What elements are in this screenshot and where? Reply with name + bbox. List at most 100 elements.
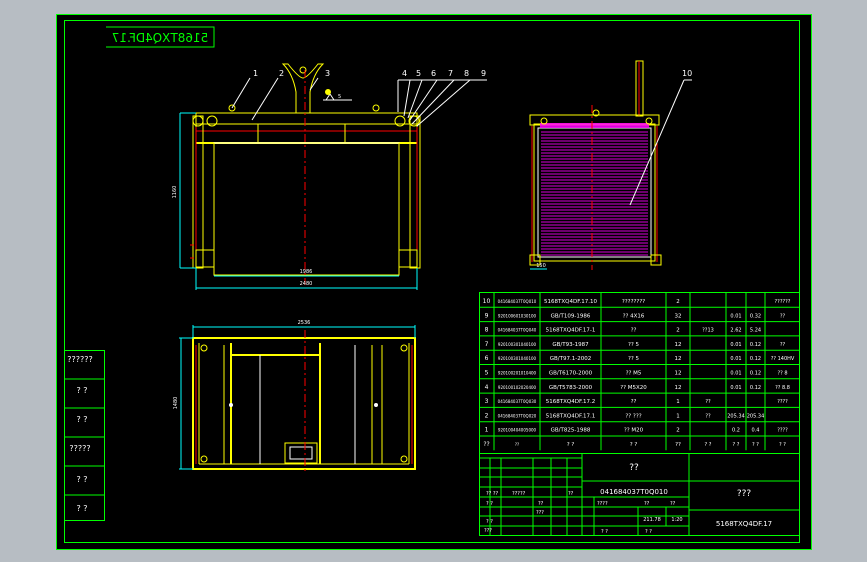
bom-row-cell: 10	[483, 298, 491, 305]
bom-row-cell: 5.24	[750, 328, 761, 334]
bom-row-cell: 0.12	[750, 371, 761, 377]
title-block-weight: 211.78	[643, 517, 661, 523]
drawing-sheet	[56, 14, 812, 550]
title-block-label: ??	[670, 501, 676, 507]
bom-row-cell: ?? M5	[626, 371, 642, 377]
bom-row-cell: 0.01	[730, 356, 741, 362]
bom-row-cell: 2.62	[730, 328, 741, 334]
bom-row-cell: ?? M5X20	[620, 385, 647, 391]
bom-row-cell: ????	[777, 399, 788, 405]
bom-row-cell: 12	[675, 371, 682, 377]
bom-header-cell: ? ?	[733, 442, 740, 448]
title-block-label: ????	[597, 501, 608, 507]
bom-row-cell: 0.2	[732, 428, 740, 434]
bom-header-cell: ??	[483, 441, 489, 448]
balloon-label: 4	[402, 69, 407, 78]
bom-header-cell: ? ?	[567, 442, 575, 448]
bom-row-cell: ??	[705, 413, 711, 419]
top-dim-height: 1480	[173, 397, 179, 410]
bom-row-cell: 0.01	[730, 313, 741, 319]
bom-row-cell: GB/T97.1-2002	[550, 356, 591, 362]
bom-row-cell: 8	[485, 327, 489, 334]
balloon-label: 1	[253, 69, 258, 78]
balloon-label: 2	[279, 69, 284, 78]
bom-row-cell: 920100404005000	[498, 428, 537, 433]
bom-row-cell: 2	[676, 328, 680, 334]
bom-row-cell: 3	[485, 398, 489, 405]
bom-row-cell: GB/T93-1987	[552, 342, 589, 348]
bom-row-cell: 041684037T0Q040	[498, 328, 537, 333]
bom-row-cell: 0.12	[750, 342, 761, 348]
bom-row-cell: 205.34	[747, 413, 765, 419]
bom-row-cell: 7	[485, 341, 489, 348]
front-dim-width: 2480	[300, 281, 313, 287]
front-dim-inner: 1986	[300, 269, 313, 275]
title-block-label: ??	[644, 501, 650, 507]
bom-row-cell: 2	[676, 299, 680, 305]
bom-row-cell: ??	[631, 399, 637, 405]
bom-row-cell: 4	[485, 384, 489, 391]
title-block-scale: 1:20	[671, 517, 682, 523]
bom-header-cell: ??	[515, 442, 519, 447]
title-block-label: ??	[538, 501, 544, 507]
bom-row-cell: ?? 8	[777, 371, 787, 377]
title-block-sheet: ? ?	[645, 529, 652, 535]
bom-row-cell: 5	[485, 370, 489, 377]
title-block-label: ? ?	[486, 501, 493, 507]
bom-row-cell: 5168TXQ4DF.17-1	[546, 328, 596, 334]
top-dim-width: 2536	[298, 320, 311, 326]
bom-row-cell: ??	[780, 342, 786, 348]
bom-header-cell: ? ?	[705, 442, 712, 448]
bom-row-cell: 5168TXQ4DF.17.2	[546, 399, 595, 405]
bom-row-cell: ?? 4X16	[623, 313, 645, 319]
bom-row-cell: 0.01	[730, 385, 741, 391]
bom-header-cell: ? ?	[630, 442, 638, 448]
bom-row-cell: 041684037T0Q010	[498, 299, 537, 304]
bom-row-cell: 0.01	[730, 342, 741, 348]
side-balloon-label: 10	[682, 69, 692, 78]
bom-row-cell: ?? ???	[625, 413, 641, 419]
bom-row-cell: ????	[777, 428, 788, 434]
bom-row-cell: 0.32	[750, 313, 761, 319]
bom-row-cell: 1	[676, 413, 680, 419]
bom-row-cell: 920100301040100	[498, 342, 537, 347]
title-block-name: ???	[737, 489, 752, 499]
bom-row-cell: 2	[485, 412, 489, 419]
bom-row-cell: 0.12	[750, 356, 761, 362]
bom-row-cell: ??	[705, 399, 711, 405]
balloon-label: 9	[481, 69, 486, 78]
balloon-label: 7	[448, 69, 453, 78]
bom-row-cell: 12	[675, 356, 682, 362]
title-stamp-text: 5168TXQ4DF.17	[112, 31, 208, 45]
side-strip-label: ?????	[69, 444, 90, 453]
title-block-label: ???	[536, 510, 544, 516]
bom-row-cell: 041684037T0Q020	[498, 413, 537, 418]
side-strip-label: ? ?	[76, 415, 87, 424]
bom-row-cell: ??	[631, 328, 637, 334]
bom-row-cell: ?? 5	[628, 356, 640, 362]
side-strip-label: ? ?	[76, 475, 87, 484]
bom-row-cell: 5168TXQ4DF.17.10	[544, 299, 597, 305]
bom-row-cell: 205.34	[727, 413, 745, 419]
title-block-label: ?? ??	[486, 491, 499, 497]
bom-row-cell: 920100201010400	[498, 371, 537, 376]
bom-row-cell: GB/T5783-2000	[549, 385, 593, 391]
bom-header-cell: ??	[675, 442, 681, 448]
cad-drawing-canvas: 5168TXQ4DF.17 ?????? ? ? ? ? ????? ? ? ?…	[0, 0, 867, 562]
title-block-sheet: ? ?	[601, 529, 608, 535]
bom-row-cell: GB/T6170-2000	[549, 371, 593, 377]
bom-row-cell: ?? 5	[628, 342, 640, 348]
title-block-label: ? ?	[486, 519, 493, 525]
bom-row-cell: ?? 140HV	[771, 356, 795, 362]
bom-row-cell: ??????	[775, 299, 791, 305]
bom-row-cell: 920100301040100	[498, 356, 537, 361]
bom-row-cell: ????????	[622, 299, 645, 305]
title-block-label: ??	[568, 491, 574, 497]
bom-row-cell: 0.12	[750, 385, 761, 391]
balloon-label: 5	[416, 69, 421, 78]
bom-row-cell: 1	[676, 399, 680, 405]
bom-row-cell: 5168TXQ4DF.17.1	[546, 413, 595, 419]
bom-row-cell: 041684037T0Q030	[498, 399, 537, 404]
side-strip-label: ? ?	[76, 504, 87, 513]
title-block-label: ?????	[512, 491, 526, 497]
